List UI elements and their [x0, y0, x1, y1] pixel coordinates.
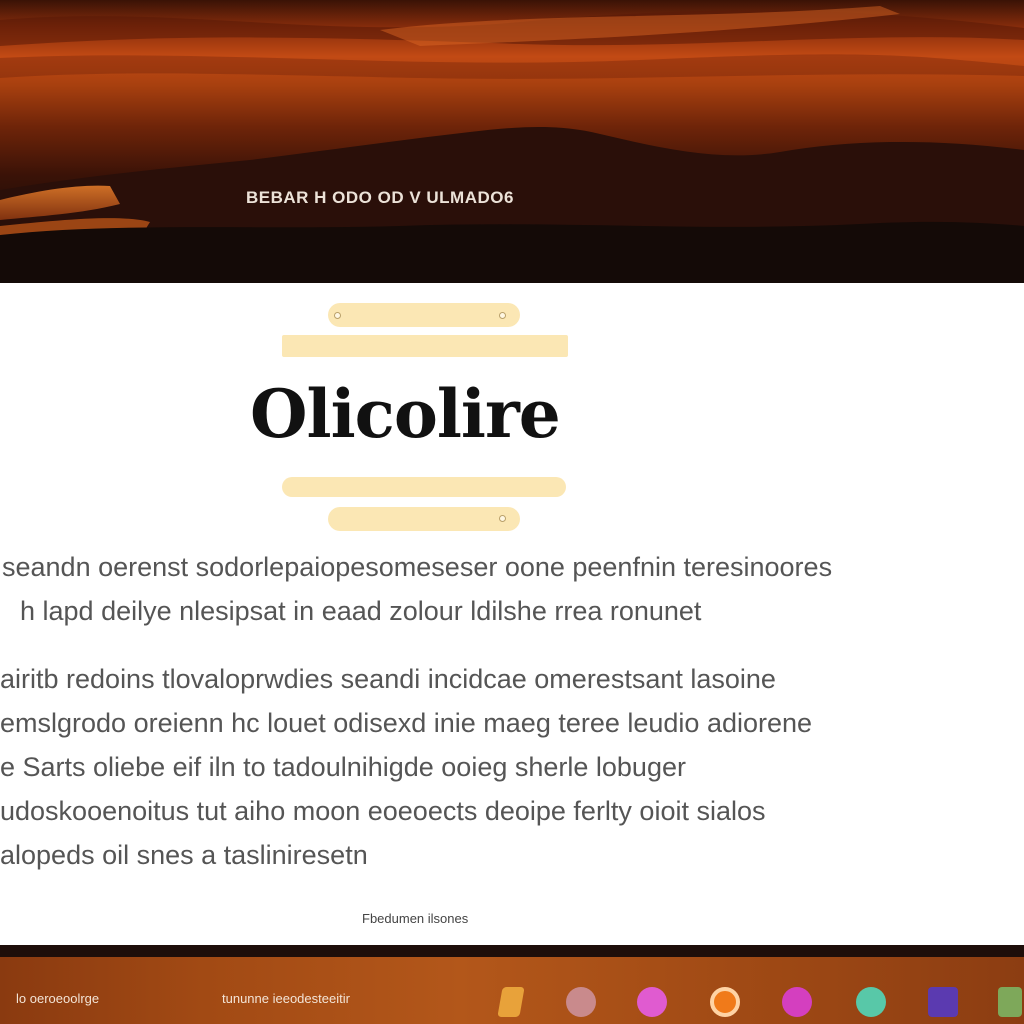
footnote-link[interactable]: Fbedumen ilsones	[362, 911, 468, 926]
article-card: Olicolire seandn oerenst sodorlepaiopeso…	[0, 283, 1024, 945]
text-line: emslgrodo oreienn hc louet odisexd inie …	[0, 708, 813, 738]
sunset-landscape-image	[0, 6, 1024, 283]
pink-circle-app-icon[interactable]	[782, 987, 812, 1017]
text-line: h lapd deilye nlesipsat in eaad zolour l…	[20, 596, 702, 626]
bottom-band-decoration	[282, 477, 566, 497]
text-line: udoskooenoitus tut aiho moon eoeoects de…	[0, 796, 766, 826]
green-square-app-icon[interactable]	[998, 987, 1022, 1017]
article-title: Olicolire	[250, 375, 561, 453]
taskbar: lo oeroeoolrge tununne ieeodesteeitir	[0, 957, 1024, 1024]
taskbar-window-title[interactable]: tununne ieeodesteeitir	[222, 991, 350, 1006]
magenta-circle-app-icon[interactable]	[637, 987, 667, 1017]
rose-circle-app-icon[interactable]	[566, 987, 596, 1017]
top-pill-decoration	[328, 303, 520, 327]
text-line: airitb redoins tlovaloprwdies seandi inc…	[0, 664, 776, 694]
bottom-pill-decoration	[328, 507, 520, 531]
top-band-decoration	[282, 335, 568, 357]
pill-dot-left	[334, 312, 341, 319]
intro-paragraph: seandn oerenst sodorlepaiopesomeseser oo…	[0, 545, 1024, 633]
taskbar-status-text: lo oeroeoolrge	[16, 991, 100, 1006]
text-line: e Sarts oliebe eif iln to tadoulnihigde …	[0, 752, 686, 782]
purple-square-app-icon[interactable]	[928, 987, 958, 1017]
diamond-app-icon[interactable]	[497, 987, 525, 1017]
teal-circle-app-icon[interactable]	[856, 987, 886, 1017]
orange-ring-app-icon[interactable]	[710, 987, 740, 1017]
taskbar-divider	[0, 945, 1024, 957]
text-line: alopeds oil snes a tasliniresetn	[0, 840, 368, 870]
pill-dot-right	[499, 312, 506, 319]
hero-banner: BEBAR H ODO OD V ULMADO6	[0, 0, 1024, 283]
hero-caption: BEBAR H ODO OD V ULMADO6	[246, 188, 514, 207]
body-paragraph: airitb redoins tlovaloprwdies seandi inc…	[0, 657, 1024, 877]
text-line: seandn oerenst sodorlepaiopesomeseser oo…	[2, 552, 833, 582]
pill-dot-bottom	[499, 515, 506, 522]
